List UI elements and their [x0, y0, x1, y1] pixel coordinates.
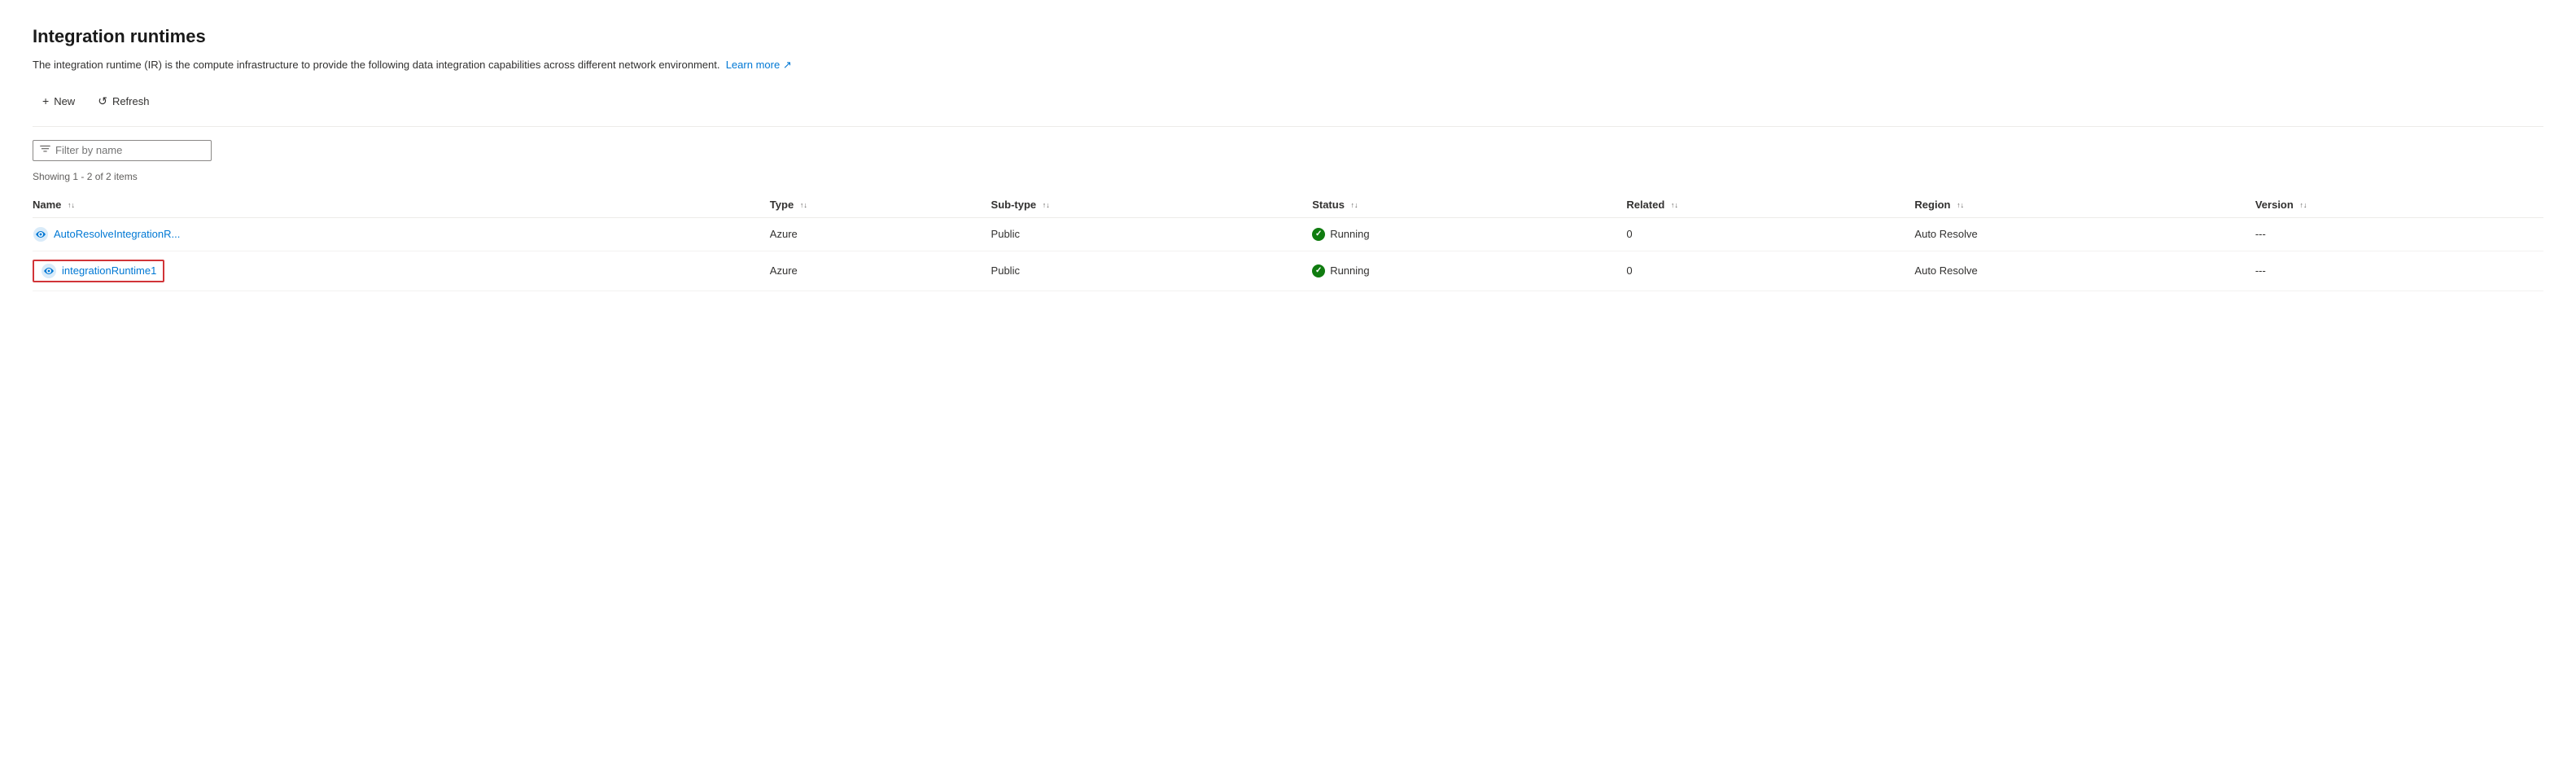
- col-header-related[interactable]: Related ↑↓: [1626, 192, 1914, 218]
- page-description: The integration runtime (IR) is the comp…: [33, 57, 2543, 73]
- cell-type: Azure: [770, 217, 991, 251]
- cell-version: ---: [2255, 217, 2543, 251]
- runtime-name-link[interactable]: AutoResolveIntegrationR...: [33, 226, 760, 242]
- new-button-label: New: [54, 95, 75, 107]
- status-label: Running: [1330, 228, 1369, 240]
- filter-icon: [40, 144, 50, 157]
- col-header-version[interactable]: Version ↑↓: [2255, 192, 2543, 218]
- col-header-region[interactable]: Region ↑↓: [1914, 192, 2255, 218]
- plus-icon: +: [42, 94, 49, 107]
- toolbar: + New ↺ Refresh: [33, 90, 2543, 127]
- page-title: Integration runtimes: [33, 26, 2543, 47]
- runtime-icon: [41, 263, 57, 279]
- status-check-icon: [1312, 228, 1325, 241]
- cell-subtype: Public: [991, 251, 1313, 291]
- cell-related: 0: [1626, 251, 1914, 291]
- table-row[interactable]: AutoResolveIntegrationR... AzurePublic R…: [33, 217, 2543, 251]
- filter-input[interactable]: [55, 144, 204, 156]
- cell-name: integrationRuntime1: [33, 251, 770, 291]
- cell-related: 0: [1626, 217, 1914, 251]
- new-button[interactable]: + New: [33, 90, 85, 112]
- cell-region: Auto Resolve: [1914, 251, 2255, 291]
- runtime-icon: [33, 226, 49, 242]
- sort-arrows-related[interactable]: ↑↓: [1671, 202, 1678, 209]
- sort-arrows-version[interactable]: ↑↓: [2299, 202, 2307, 209]
- refresh-icon: ↺: [98, 94, 107, 108]
- cell-version: ---: [2255, 251, 2543, 291]
- col-header-status[interactable]: Status ↑↓: [1312, 192, 1626, 218]
- showing-text: Showing 1 - 2 of 2 items: [33, 171, 2543, 182]
- col-header-type[interactable]: Type ↑↓: [770, 192, 991, 218]
- sort-arrows-type[interactable]: ↑↓: [800, 202, 807, 209]
- learn-more-link[interactable]: Learn more ↗: [726, 59, 792, 71]
- sort-arrows-status[interactable]: ↑↓: [1351, 202, 1358, 209]
- col-header-subtype[interactable]: Sub-type ↑↓: [991, 192, 1313, 218]
- cell-region: Auto Resolve: [1914, 217, 2255, 251]
- refresh-button-label: Refresh: [112, 95, 150, 107]
- filter-box[interactable]: [33, 140, 212, 161]
- cell-status: Running: [1312, 217, 1626, 251]
- status-running: Running: [1312, 264, 1616, 277]
- cell-name: AutoResolveIntegrationR...: [33, 217, 770, 251]
- table-header-row: Name ↑↓ Type ↑↓ Sub-type ↑↓ Status ↑↓ Re…: [33, 192, 2543, 218]
- status-running: Running: [1312, 228, 1616, 241]
- cell-subtype: Public: [991, 217, 1313, 251]
- refresh-button[interactable]: ↺ Refresh: [88, 90, 159, 113]
- status-check-icon: [1312, 264, 1325, 277]
- status-label: Running: [1330, 264, 1369, 277]
- sort-arrows-subtype[interactable]: ↑↓: [1043, 202, 1050, 209]
- table-row[interactable]: integrationRuntime1 AzurePublic Running …: [33, 251, 2543, 291]
- cell-type: Azure: [770, 251, 991, 291]
- runtime-name-link[interactable]: integrationRuntime1: [62, 264, 156, 277]
- sort-arrows-name[interactable]: ↑↓: [68, 202, 75, 209]
- data-table: Name ↑↓ Type ↑↓ Sub-type ↑↓ Status ↑↓ Re…: [33, 192, 2543, 291]
- col-header-name[interactable]: Name ↑↓: [33, 192, 770, 218]
- sort-arrows-region[interactable]: ↑↓: [1957, 202, 1964, 209]
- cell-status: Running: [1312, 251, 1626, 291]
